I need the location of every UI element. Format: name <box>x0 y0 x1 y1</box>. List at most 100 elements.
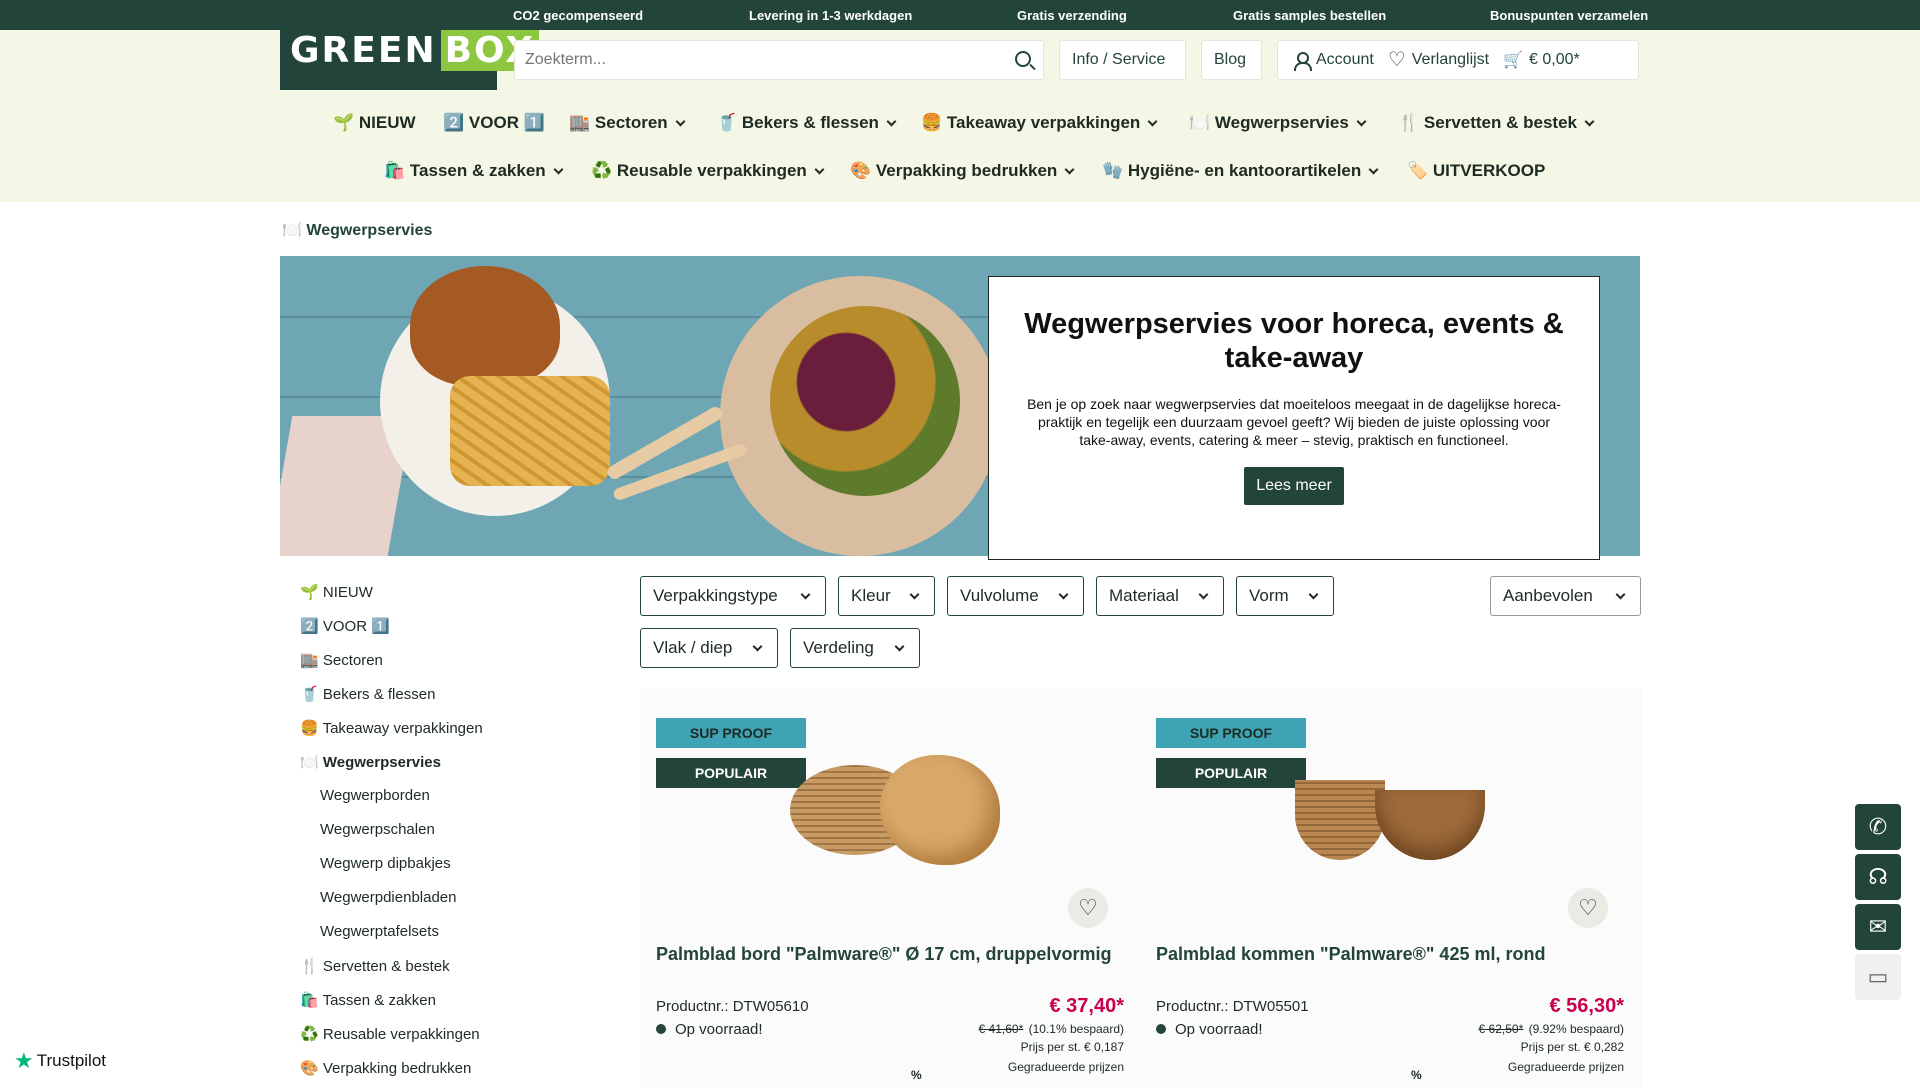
sidebar-item-label: VOOR 1️⃣ <box>322 618 390 635</box>
product-image[interactable] <box>790 755 1000 865</box>
price-per-unit: Prijs per st. € 0,282 <box>1520 1040 1624 1054</box>
cup-icon: 🥤 <box>716 113 738 132</box>
cart-button[interactable]: 🛒 € 0,00* <box>1503 50 1580 70</box>
sidebar-item-2voor1[interactable]: 2️⃣ VOOR 1️⃣ <box>300 617 390 635</box>
sidebar-item-tafelsets[interactable]: Wegwerptafelsets <box>320 923 439 940</box>
filter-materiaal[interactable]: Materiaal <box>1096 576 1224 616</box>
filter-label: Verdeling <box>803 638 874 657</box>
sidebar-item-label: Takeaway verpakkingen <box>322 720 483 737</box>
sidebar-item-dienbladen[interactable]: Wegwerpdienbladen <box>320 889 457 906</box>
nav-label: Servetten & bestek <box>1423 113 1577 132</box>
usp-shipping: Gratis verzending <box>1017 8 1127 23</box>
sidebar-item-nieuw[interactable]: 🌱 NIEUW <box>300 583 373 601</box>
chevron-down-icon <box>886 116 897 127</box>
sprout-icon: 🌱 <box>300 584 319 601</box>
nav-label: VOOR <box>468 113 519 132</box>
nav-reusable[interactable]: ♻️ Reusable verpakkingen <box>591 161 825 181</box>
mail-icon[interactable]: ✉ <box>1855 904 1901 950</box>
product-number: Productnr.: DTW05610 <box>656 998 809 1015</box>
read-more-button[interactable]: Lees meer <box>1244 467 1344 505</box>
cutlery-icon: 🍴 <box>300 958 319 975</box>
filter-vulvolume[interactable]: Vulvolume <box>947 576 1084 616</box>
nav-bedrukken[interactable]: 🎨 Verpakking bedrukken <box>850 161 1075 181</box>
product-price: € 37,40* <box>1049 995 1124 1017</box>
sidebar-item-wegwerpschalen[interactable]: Wegwerpschalen <box>320 821 435 838</box>
sort-label: Aanbevolen <box>1503 586 1593 605</box>
sidebar-item-takeaway[interactable]: 🍔 Takeaway verpakkingen <box>300 719 483 737</box>
filter-kleur[interactable]: Kleur <box>838 576 935 616</box>
wishlist-heart-icon[interactable]: ♡ <box>1568 888 1608 928</box>
sidebar-item-wegwerpservies[interactable]: 🍽️ Wegwerpservies <box>300 753 441 771</box>
filter-vlak-diep[interactable]: Vlak / diep <box>640 628 778 668</box>
nav-bekers[interactable]: 🥤 Bekers & flessen <box>716 113 897 133</box>
graduated-prices[interactable]: Gegradueerde prijzen <box>900 1060 1124 1074</box>
nav-hygiene[interactable]: 🧤 Hygiëne- en kantoorartikelen <box>1102 161 1379 181</box>
chat-icon[interactable]: ▭ <box>1855 954 1901 1000</box>
sidebar-item-wegwerpborden[interactable]: Wegwerpborden <box>320 787 430 804</box>
header: GREENBOX Info / Service Blog Account ♡ Ve… <box>0 10 1920 202</box>
filter-label: Vlak / diep <box>653 638 733 657</box>
price-per-unit: Prijs per st. € 0,187 <box>1020 1040 1124 1054</box>
nav-uitverkoop[interactable]: 🏷️ UITVERKOOP <box>1407 161 1545 181</box>
nav-tassen[interactable]: 🛍️ Tassen & zakken <box>384 161 564 181</box>
product-image[interactable] <box>1295 770 1485 870</box>
stock-dot-icon <box>1156 1024 1166 1034</box>
nav-label: NIEUW <box>358 113 416 132</box>
sidebar-item-tassen[interactable]: 🛍️ Tassen & zakken <box>300 991 436 1009</box>
search-input[interactable] <box>515 41 985 79</box>
headset-icon[interactable]: ☊ <box>1855 854 1901 900</box>
stock-status: Op voorraad! <box>1156 1021 1263 1038</box>
sidebar-item-bedrukken[interactable]: 🎨 Verpakking bedrukken <box>300 1059 471 1077</box>
trustpilot-widget[interactable]: ★ Trustpilot <box>14 1048 106 1074</box>
sidebar-item-dipbakjes[interactable]: Wegwerp dipbakjes <box>320 855 451 872</box>
sidebar-item-label: Servetten & bestek <box>322 958 450 975</box>
building-icon: 🏬 <box>300 652 319 669</box>
nav-servetten[interactable]: 🍴 Servetten & bestek <box>1398 113 1595 133</box>
logo[interactable]: GREEN BOX <box>280 10 540 90</box>
nav-label: Sectoren <box>594 113 668 132</box>
chevron-down-icon <box>800 589 811 600</box>
wishlist-button[interactable]: ♡ Verlanglijst <box>1387 49 1490 71</box>
nav-2voor1[interactable]: 2️⃣ VOOR 1️⃣ <box>443 113 545 133</box>
usp-co2: CO2 gecompenseerd <box>513 8 644 23</box>
star-icon: ★ <box>14 1048 34 1073</box>
usp-bonus[interactable]: Bonuspunten verzamelen <box>1490 8 1648 23</box>
product-name[interactable]: Palmblad bord "Palmware®" Ø 17 cm, drupp… <box>656 944 1111 965</box>
sidebar-item-bekers[interactable]: 🥤 Bekers & flessen <box>300 685 435 703</box>
nav-wegwerpservies[interactable]: 🍽️ Wegwerpservies <box>1189 113 1367 133</box>
filter-label: Materiaal <box>1109 586 1179 605</box>
cup-icon: 🥤 <box>300 686 319 703</box>
recycle-icon: ♻️ <box>300 1026 319 1043</box>
graduated-prices[interactable]: Gegradueerde prijzen <box>1400 1060 1624 1074</box>
nav-nieuw[interactable]: 🌱 NIEUW <box>333 113 416 133</box>
sidebar-item-reusable[interactable]: ♻️ Reusable verpakkingen <box>300 1025 480 1043</box>
sidebar-item-sectoren[interactable]: 🏬 Sectoren <box>300 651 383 669</box>
wishlist-label: Verlanglijst <box>1411 51 1490 68</box>
breadcrumb[interactable]: 🍽️ Wegwerpservies <box>282 220 432 240</box>
search-icon[interactable] <box>1015 51 1031 67</box>
filter-verdeling[interactable]: Verdeling <box>790 628 920 668</box>
user-icon <box>1292 51 1312 71</box>
whatsapp-icon[interactable]: ✆ <box>1855 804 1901 850</box>
sort-select[interactable]: Aanbevolen <box>1490 576 1641 616</box>
nav-takeaway[interactable]: 🍔 Takeaway verpakkingen <box>921 113 1158 133</box>
nav-sectoren[interactable]: 🏬 Sectoren <box>569 113 686 133</box>
product-name[interactable]: Palmblad kommen "Palmware®" 425 ml, rond <box>1156 944 1545 965</box>
chevron-down-icon <box>1147 116 1158 127</box>
sidebar-item-servetten[interactable]: 🍴 Servetten & bestek <box>300 957 450 975</box>
saving-label: (10.1% bespaard) <box>1028 1022 1124 1036</box>
filter-verpakkingstype[interactable]: Verpakkingstype <box>640 576 826 616</box>
sidebar-item-label: NIEUW <box>322 584 373 601</box>
blog-button[interactable]: Blog <box>1201 40 1262 80</box>
filter-vorm[interactable]: Vorm <box>1236 576 1334 616</box>
info-service-button[interactable]: Info / Service <box>1059 40 1186 80</box>
chevron-down-icon <box>1064 164 1075 175</box>
logo-text: GREEN <box>290 29 437 71</box>
one-icon: 1️⃣ <box>523 113 545 132</box>
chevron-down-icon <box>752 641 763 652</box>
usp-samples[interactable]: Gratis samples bestellen <box>1233 8 1386 23</box>
sidebar-item-label: Tassen & zakken <box>322 992 436 1009</box>
heart-icon: ♡ <box>1387 49 1406 71</box>
account-button[interactable]: Account <box>1292 51 1374 71</box>
wishlist-heart-icon[interactable]: ♡ <box>1068 888 1108 928</box>
